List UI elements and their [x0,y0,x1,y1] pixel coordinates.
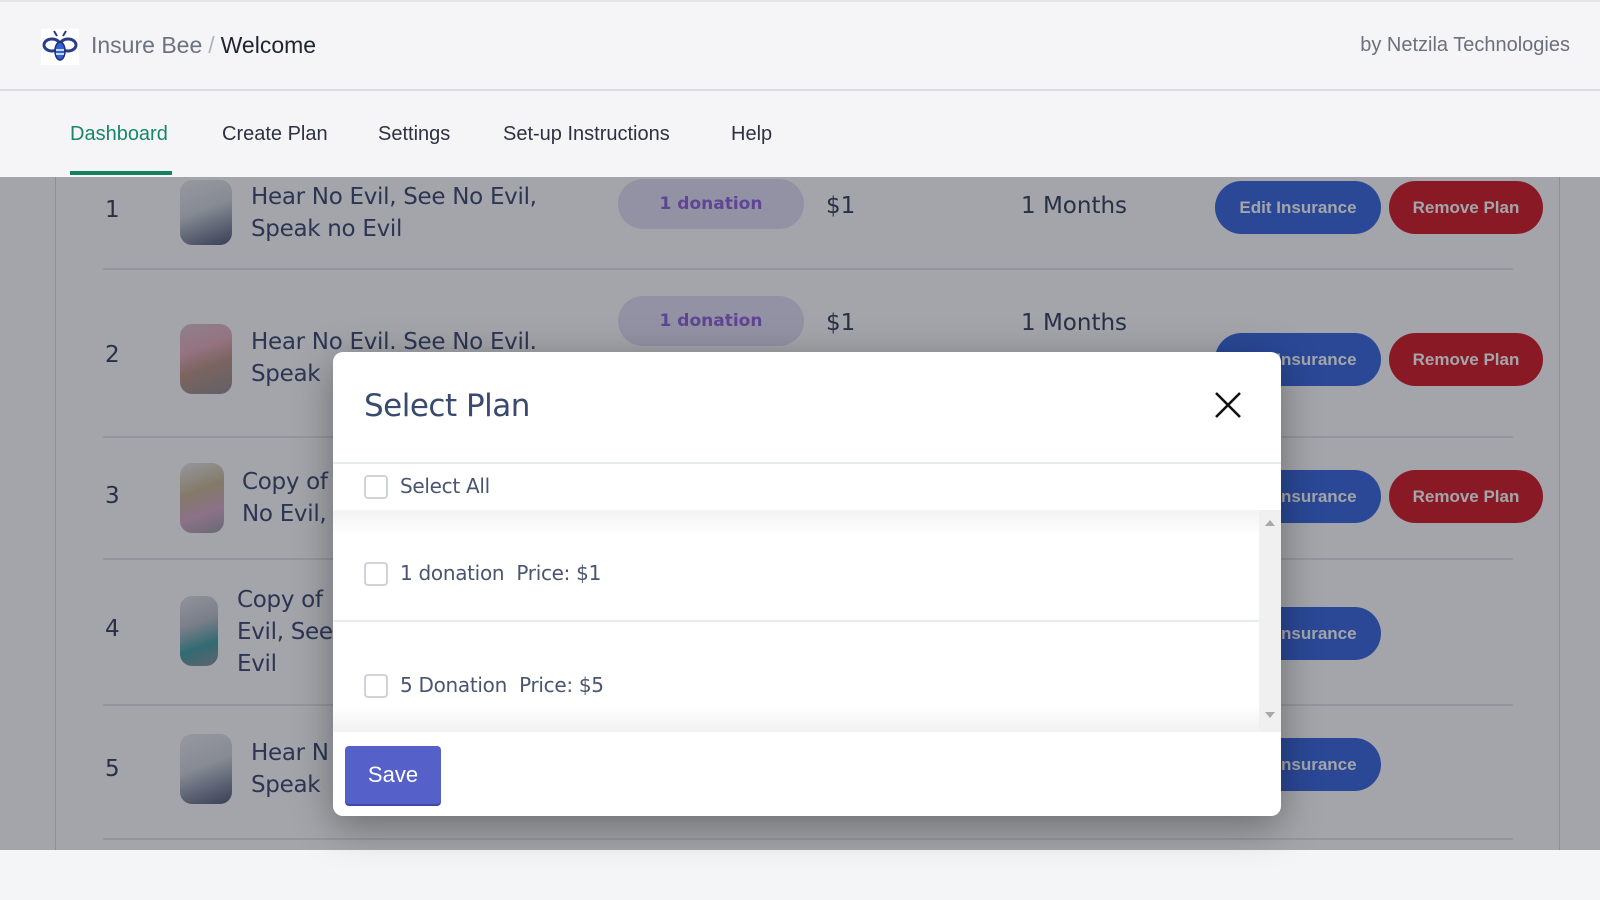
scroll-up-arrow-icon[interactable] [1265,520,1275,526]
tab-help[interactable]: Help [731,123,772,146]
save-button[interactable]: Save [345,746,441,804]
nav-tabs: Dashboard Create Plan Settings Set-up In… [0,91,1600,177]
list-shade [333,706,1259,732]
plan-option-checkbox[interactable] [364,674,388,698]
divider [333,620,1259,622]
tab-dashboard[interactable]: Dashboard [70,123,168,146]
breadcrumb-separator: / [208,32,215,58]
byline: by Netzila Technologies [1360,34,1570,56]
bee-icon[interactable] [41,29,79,65]
divider [333,462,1281,464]
breadcrumb: Insure Bee / Welcome [91,32,316,59]
list-shade [333,510,1259,536]
plan-option-checkbox[interactable] [364,562,388,586]
plan-options-list: 1 donation Price: $1 5 Donation Price: $… [333,510,1259,732]
modal-title: Select Plan [364,388,530,424]
tab-create-plan[interactable]: Create Plan [222,123,328,146]
top-bar: Insure Bee / Welcome by Netzila Technologi… [0,0,1600,91]
select-plan-modal: Select Plan Select All 1 donation Price:… [333,352,1281,816]
tab-setup-instructions[interactable]: Set-up Instructions [503,123,670,146]
breadcrumb-app[interactable]: Insure Bee [91,32,202,58]
plan-option-label[interactable]: 1 donation Price: $1 [400,561,601,585]
tab-settings[interactable]: Settings [378,123,450,146]
scroll-down-arrow-icon[interactable] [1265,712,1275,718]
plan-option-label[interactable]: 5 Donation Price: $5 [400,673,604,697]
active-tab-indicator [70,171,172,175]
select-all-checkbox[interactable] [364,475,388,499]
breadcrumb-current: Welcome [220,32,317,58]
page-footer [0,850,1600,900]
list-scrollbar[interactable] [1259,510,1281,732]
select-all-label[interactable]: Select All [400,474,490,498]
close-icon[interactable] [1213,390,1243,420]
